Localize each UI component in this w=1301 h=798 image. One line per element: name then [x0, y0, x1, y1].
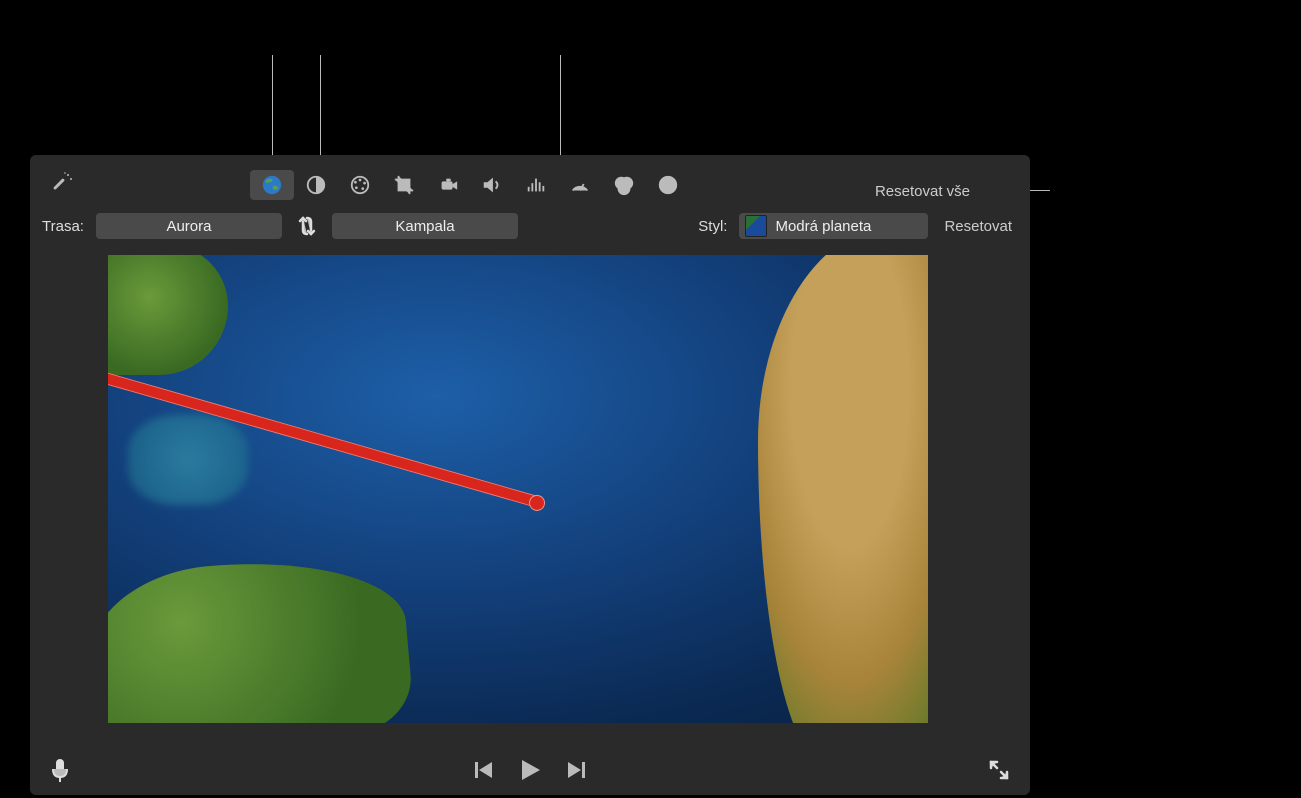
info-tool[interactable] [646, 170, 690, 200]
route-label: Trasa: [42, 218, 84, 235]
next-button[interactable] [565, 759, 587, 781]
volume-tool[interactable] [470, 170, 514, 200]
play-button[interactable] [517, 757, 543, 783]
playback-controls [473, 757, 587, 783]
filters-tool[interactable] [602, 170, 646, 200]
caribbean-shallows [128, 415, 248, 505]
fullscreen-button[interactable] [988, 759, 1010, 781]
tool-icons-row [250, 170, 690, 200]
noise-reduction-tool[interactable] [514, 170, 558, 200]
reset-all-button[interactable]: Resetovat vše [875, 183, 970, 200]
africa-land [758, 255, 928, 723]
adjustments-toolbar: Resetovat vše [30, 165, 1030, 205]
inspector-panel: Resetovat vše Trasa: Aurora Kampala Styl… [30, 155, 1030, 795]
route-start-field[interactable]: Aurora [96, 213, 282, 239]
swap-route-button[interactable] [292, 215, 322, 237]
globe-tool[interactable] [250, 170, 294, 200]
style-group: Styl: Modrá planeta Resetovat [698, 213, 1018, 239]
map-style-dropdown[interactable]: Modrá planeta [739, 213, 928, 239]
style-thumbnail-icon [745, 215, 767, 237]
reset-style-button[interactable]: Resetovat [938, 218, 1018, 235]
stabilization-tool[interactable] [426, 170, 470, 200]
speed-tool[interactable] [558, 170, 602, 200]
color-balance-tool[interactable] [294, 170, 338, 200]
voiceover-button[interactable] [50, 757, 70, 783]
previous-button[interactable] [473, 759, 495, 781]
color-correction-tool[interactable] [338, 170, 382, 200]
playback-bar [30, 745, 1030, 795]
crop-tool[interactable] [382, 170, 426, 200]
route-end-field[interactable]: Kampala [332, 213, 518, 239]
style-label: Styl: [698, 218, 727, 235]
map-preview[interactable] [108, 255, 928, 723]
magic-wand-button[interactable] [50, 171, 74, 195]
route-controls-row: Trasa: Aurora Kampala Styl: Modrá planet… [30, 209, 1030, 243]
style-value: Modrá planeta [775, 218, 871, 235]
